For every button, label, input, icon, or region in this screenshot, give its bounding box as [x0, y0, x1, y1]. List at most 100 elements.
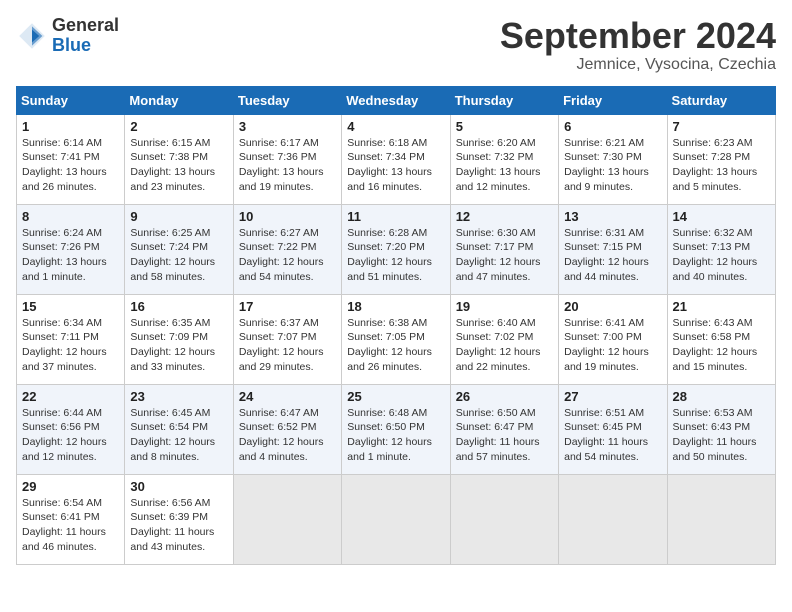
day-number: 17	[239, 299, 336, 314]
calendar-week-row: 1Sunrise: 6:14 AM Sunset: 7:41 PM Daylig…	[17, 114, 776, 204]
day-number: 18	[347, 299, 444, 314]
calendar-cell: 14 Sunrise: 6:32 AM Sunset: 7:13 PM Dayli…	[667, 204, 775, 294]
location-title: Jemnice, Vysocina, Czechia	[500, 56, 776, 74]
logo: General Blue	[16, 16, 119, 56]
day-info: Sunrise: 6:41 AM Sunset: 7:00 PM Dayligh…	[564, 316, 661, 375]
header-wednesday: Wednesday	[342, 86, 450, 114]
calendar-cell: 13 Sunrise: 6:31 AM Sunset: 7:15 PM Dayli…	[559, 204, 667, 294]
calendar-cell: 5 Sunrise: 6:20 AM Sunset: 7:32 PM Daylig…	[450, 114, 558, 204]
day-info: Sunrise: 6:25 AM Sunset: 7:24 PM Dayligh…	[130, 226, 227, 285]
calendar-cell: 23 Sunrise: 6:45 AM Sunset: 6:54 PM Dayli…	[125, 384, 233, 474]
day-info: Sunrise: 6:43 AM Sunset: 6:58 PM Dayligh…	[673, 316, 770, 375]
day-info: Sunrise: 6:45 AM Sunset: 6:54 PM Dayligh…	[130, 406, 227, 465]
day-number: 4	[347, 119, 444, 134]
day-info: Sunrise: 6:15 AM Sunset: 7:38 PM Dayligh…	[130, 136, 227, 195]
calendar-cell	[559, 474, 667, 564]
day-number: 28	[673, 389, 770, 404]
day-info: Sunrise: 6:17 AM Sunset: 7:36 PM Dayligh…	[239, 136, 336, 195]
day-number: 8	[22, 209, 119, 224]
day-info: Sunrise: 6:47 AM Sunset: 6:52 PM Dayligh…	[239, 406, 336, 465]
day-info: Sunrise: 6:35 AM Sunset: 7:09 PM Dayligh…	[130, 316, 227, 375]
calendar-cell: 1Sunrise: 6:14 AM Sunset: 7:41 PM Daylig…	[17, 114, 125, 204]
day-number: 3	[239, 119, 336, 134]
calendar-header-row: SundayMondayTuesdayWednesdayThursdayFrid…	[17, 86, 776, 114]
day-info: Sunrise: 6:53 AM Sunset: 6:43 PM Dayligh…	[673, 406, 770, 465]
day-number: 19	[456, 299, 553, 314]
day-number: 14	[673, 209, 770, 224]
header-tuesday: Tuesday	[233, 86, 341, 114]
calendar-cell: 7Sunrise: 6:23 AM Sunset: 7:28 PM Daylig…	[667, 114, 775, 204]
calendar-cell: 4 Sunrise: 6:18 AM Sunset: 7:34 PM Daylig…	[342, 114, 450, 204]
calendar-cell	[667, 474, 775, 564]
day-info: Sunrise: 6:37 AM Sunset: 7:07 PM Dayligh…	[239, 316, 336, 375]
day-info: Sunrise: 6:30 AM Sunset: 7:17 PM Dayligh…	[456, 226, 553, 285]
calendar-cell: 19 Sunrise: 6:40 AM Sunset: 7:02 PM Dayli…	[450, 294, 558, 384]
day-info: Sunrise: 6:28 AM Sunset: 7:20 PM Dayligh…	[347, 226, 444, 285]
calendar-cell: 12Sunrise: 6:30 AM Sunset: 7:17 PM Dayli…	[450, 204, 558, 294]
calendar-week-row: 22 Sunrise: 6:44 AM Sunset: 6:56 PM Dayli…	[17, 384, 776, 474]
calendar-cell: 30Sunrise: 6:56 AM Sunset: 6:39 PM Dayli…	[125, 474, 233, 564]
day-info: Sunrise: 6:31 AM Sunset: 7:15 PM Dayligh…	[564, 226, 661, 285]
header-friday: Friday	[559, 86, 667, 114]
day-info: Sunrise: 6:48 AM Sunset: 6:50 PM Dayligh…	[347, 406, 444, 465]
day-info: Sunrise: 6:44 AM Sunset: 6:56 PM Dayligh…	[22, 406, 119, 465]
calendar-cell: 9Sunrise: 6:25 AM Sunset: 7:24 PM Daylig…	[125, 204, 233, 294]
calendar-cell	[233, 474, 341, 564]
day-number: 24	[239, 389, 336, 404]
day-number: 25	[347, 389, 444, 404]
calendar-cell: 16 Sunrise: 6:35 AM Sunset: 7:09 PM Dayli…	[125, 294, 233, 384]
calendar-cell: 28 Sunrise: 6:53 AM Sunset: 6:43 PM Dayli…	[667, 384, 775, 474]
logo-text: General Blue	[52, 16, 119, 56]
calendar-cell: 24 Sunrise: 6:47 AM Sunset: 6:52 PM Dayli…	[233, 384, 341, 474]
day-info: Sunrise: 6:50 AM Sunset: 6:47 PM Dayligh…	[456, 406, 553, 465]
day-info: Sunrise: 6:20 AM Sunset: 7:32 PM Dayligh…	[456, 136, 553, 195]
calendar-cell: 27 Sunrise: 6:51 AM Sunset: 6:45 PM Dayli…	[559, 384, 667, 474]
calendar-cell: 8 Sunrise: 6:24 AM Sunset: 7:26 PM Daylig…	[17, 204, 125, 294]
calendar-cell	[450, 474, 558, 564]
day-info: Sunrise: 6:18 AM Sunset: 7:34 PM Dayligh…	[347, 136, 444, 195]
calendar-cell: 29 Sunrise: 6:54 AM Sunset: 6:41 PM Dayli…	[17, 474, 125, 564]
day-info: Sunrise: 6:40 AM Sunset: 7:02 PM Dayligh…	[456, 316, 553, 375]
day-number: 11	[347, 209, 444, 224]
day-number: 20	[564, 299, 661, 314]
calendar-cell: 10Sunrise: 6:27 AM Sunset: 7:22 PM Dayli…	[233, 204, 341, 294]
day-number: 22	[22, 389, 119, 404]
day-info: Sunrise: 6:23 AM Sunset: 7:28 PM Dayligh…	[673, 136, 770, 195]
day-info: Sunrise: 6:38 AM Sunset: 7:05 PM Dayligh…	[347, 316, 444, 375]
calendar-cell: 2Sunrise: 6:15 AM Sunset: 7:38 PM Daylig…	[125, 114, 233, 204]
day-info: Sunrise: 6:51 AM Sunset: 6:45 PM Dayligh…	[564, 406, 661, 465]
calendar-week-row: 15 Sunrise: 6:34 AM Sunset: 7:11 PM Dayli…	[17, 294, 776, 384]
header-sunday: Sunday	[17, 86, 125, 114]
day-number: 1	[22, 119, 119, 134]
calendar-cell: 20 Sunrise: 6:41 AM Sunset: 7:00 PM Dayli…	[559, 294, 667, 384]
day-number: 5	[456, 119, 553, 134]
calendar-cell: 15 Sunrise: 6:34 AM Sunset: 7:11 PM Dayli…	[17, 294, 125, 384]
page-header: General Blue September 2024 Jemnice, Vys…	[16, 16, 776, 74]
day-info: Sunrise: 6:21 AM Sunset: 7:30 PM Dayligh…	[564, 136, 661, 195]
day-info: Sunrise: 6:32 AM Sunset: 7:13 PM Dayligh…	[673, 226, 770, 285]
day-number: 13	[564, 209, 661, 224]
calendar-week-row: 29 Sunrise: 6:54 AM Sunset: 6:41 PM Dayli…	[17, 474, 776, 564]
calendar-cell: 25 Sunrise: 6:48 AM Sunset: 6:50 PM Dayli…	[342, 384, 450, 474]
calendar-cell: 18 Sunrise: 6:38 AM Sunset: 7:05 PM Dayli…	[342, 294, 450, 384]
day-number: 23	[130, 389, 227, 404]
day-number: 15	[22, 299, 119, 314]
day-number: 10	[239, 209, 336, 224]
day-info: Sunrise: 6:34 AM Sunset: 7:11 PM Dayligh…	[22, 316, 119, 375]
calendar-cell: 21 Sunrise: 6:43 AM Sunset: 6:58 PM Dayli…	[667, 294, 775, 384]
calendar-cell	[342, 474, 450, 564]
calendar-table: SundayMondayTuesdayWednesdayThursdayFrid…	[16, 86, 776, 565]
day-number: 29	[22, 479, 119, 494]
day-info: Sunrise: 6:24 AM Sunset: 7:26 PM Dayligh…	[22, 226, 119, 285]
title-area: September 2024 Jemnice, Vysocina, Czechi…	[500, 16, 776, 74]
day-number: 21	[673, 299, 770, 314]
day-info: Sunrise: 6:54 AM Sunset: 6:41 PM Dayligh…	[22, 496, 119, 555]
header-saturday: Saturday	[667, 86, 775, 114]
calendar-cell: 11 Sunrise: 6:28 AM Sunset: 7:20 PM Dayli…	[342, 204, 450, 294]
header-thursday: Thursday	[450, 86, 558, 114]
day-number: 27	[564, 389, 661, 404]
day-number: 16	[130, 299, 227, 314]
calendar-cell: 22 Sunrise: 6:44 AM Sunset: 6:56 PM Dayli…	[17, 384, 125, 474]
day-info: Sunrise: 6:56 AM Sunset: 6:39 PM Dayligh…	[130, 496, 227, 555]
calendar-cell: 3 Sunrise: 6:17 AM Sunset: 7:36 PM Daylig…	[233, 114, 341, 204]
